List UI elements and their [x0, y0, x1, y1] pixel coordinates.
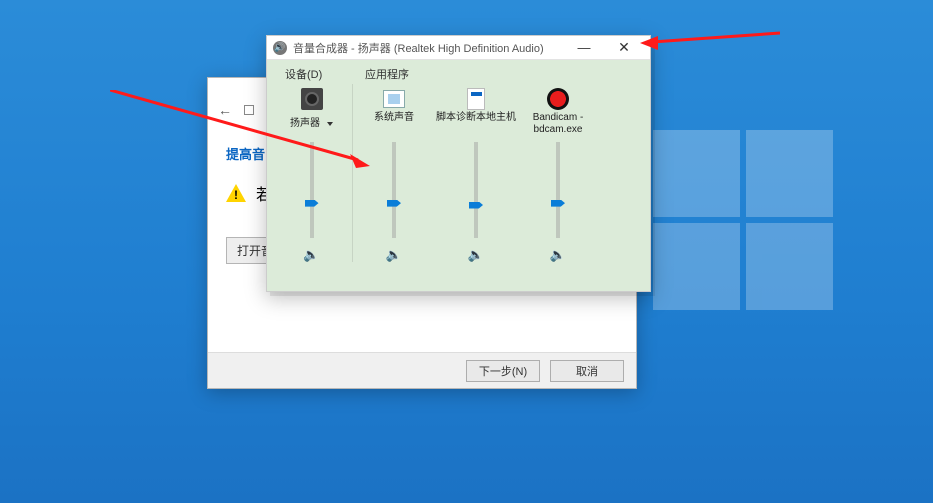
bandicam-icon	[547, 88, 569, 110]
mute-button-app[interactable]: 🔈	[468, 248, 484, 262]
apps-section-label: 应用程序	[365, 66, 409, 82]
system-sounds-icon	[383, 90, 405, 108]
window-title: 音量合成器 - 扬声器 (Realtek High Definition Aud…	[293, 40, 544, 56]
volume-mixer-dialog: 🔊 音量合成器 - 扬声器 (Realtek High Definition A…	[266, 35, 651, 292]
slider-thumb[interactable]	[387, 200, 401, 207]
breadcrumb-icon	[244, 105, 254, 115]
volume-slider-app[interactable]	[556, 142, 560, 238]
mixer-col-label[interactable]: Bandicam - bdcam.exe	[517, 112, 599, 136]
windows-logo	[653, 130, 833, 310]
mixer-col-app: 系统声音 🔈	[353, 84, 435, 262]
back-icon[interactable]: ←	[218, 102, 232, 118]
mixer-col-label[interactable]: 系统声音	[374, 112, 414, 124]
slider-thumb[interactable]	[551, 200, 565, 207]
mixer-col-app: 脚本诊断本地主机 🔈	[435, 84, 517, 262]
speaker-device-icon	[301, 88, 323, 110]
mixer-col-label[interactable]: 脚本诊断本地主机	[436, 112, 516, 124]
script-host-icon	[467, 88, 485, 110]
volume-slider-app[interactable]	[474, 142, 478, 238]
chevron-down-icon[interactable]	[327, 122, 333, 126]
mixer-col-label[interactable]: 扬声器	[290, 118, 320, 130]
minimize-button[interactable]: —	[564, 37, 604, 59]
titlebar: 🔊 音量合成器 - 扬声器 (Realtek High Definition A…	[267, 36, 650, 60]
volume-slider-app[interactable]	[392, 142, 396, 238]
next-button[interactable]: 下一步(N)	[466, 360, 540, 382]
mixer-col-device: 扬声器 🔈	[271, 84, 353, 262]
mute-button-device[interactable]: 🔈	[304, 248, 320, 262]
annotation-arrow	[640, 30, 780, 50]
mixer-columns: 扬声器 🔈 系统声音 🔈 脚本诊断本地主机 🔈	[267, 82, 650, 268]
mixer-col-app: Bandicam - bdcam.exe 🔈	[517, 84, 599, 262]
speaker-title-icon: 🔊	[273, 41, 287, 55]
volume-slider-device[interactable]	[310, 142, 314, 238]
mute-button-app[interactable]: 🔈	[550, 248, 566, 262]
slider-thumb[interactable]	[305, 200, 319, 207]
warning-icon: !	[226, 184, 246, 202]
device-section-label: 设备(D)	[285, 66, 365, 82]
cancel-button[interactable]: 取消	[550, 360, 624, 382]
close-button[interactable]: ✕	[604, 37, 644, 59]
slider-thumb[interactable]	[469, 202, 483, 209]
mute-button-app[interactable]: 🔈	[386, 248, 402, 262]
